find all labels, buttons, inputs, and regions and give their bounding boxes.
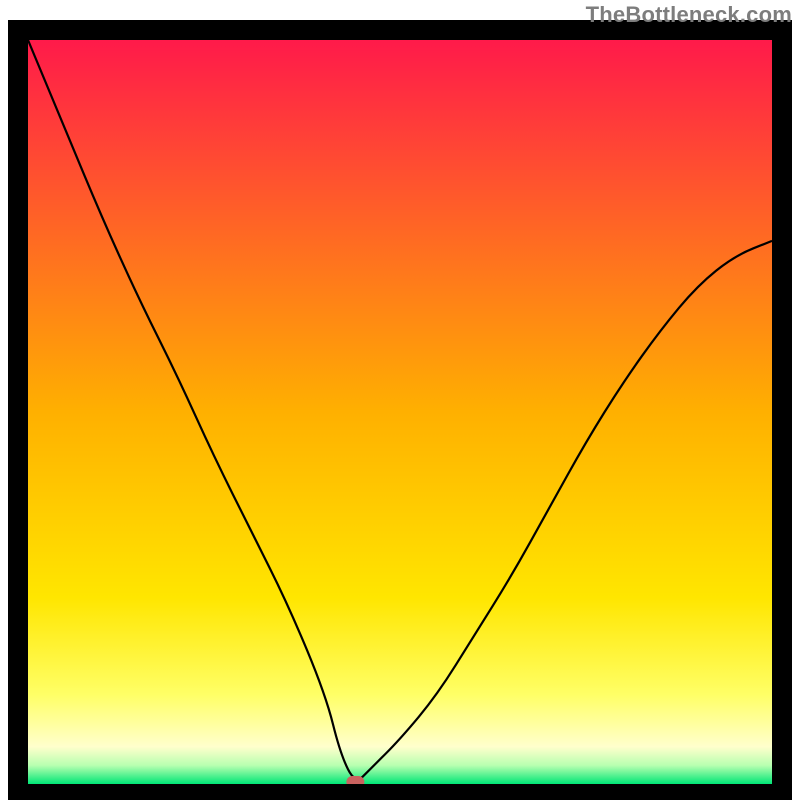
chart-container: TheBottleneck.com xyxy=(0,0,800,800)
bottleneck-chart xyxy=(0,0,800,800)
watermark-text: TheBottleneck.com xyxy=(586,2,792,28)
plot-background xyxy=(28,40,772,784)
